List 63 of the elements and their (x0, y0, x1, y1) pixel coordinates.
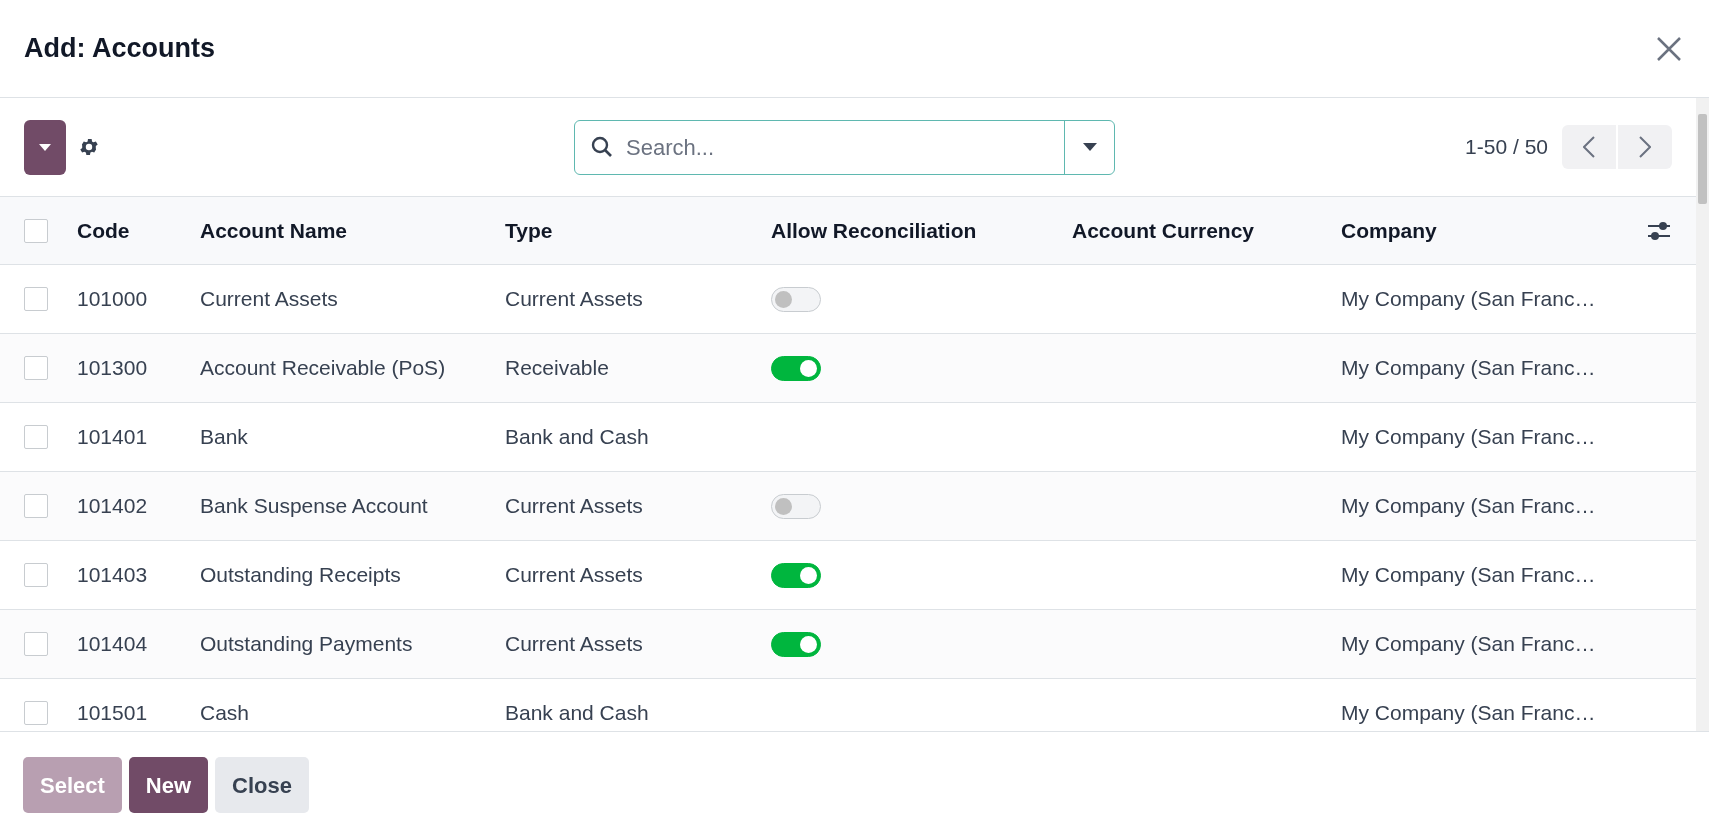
table-cell: Current Assets (505, 563, 643, 587)
toggle-switch[interactable] (771, 286, 821, 312)
caret-icon (39, 143, 51, 151)
table-cell: 101401 (77, 425, 148, 449)
table-cell: My Company (San Franc… (1341, 701, 1596, 725)
scrollbar[interactable] (1696, 98, 1709, 731)
table-cell: Current Assets (505, 632, 643, 656)
table-cell: Current Assets (200, 287, 338, 311)
toggle-switch[interactable] (771, 631, 821, 657)
checkbox[interactable] (24, 563, 48, 587)
column-header[interactable]: Code (77, 218, 130, 242)
table-cell: Current Assets (505, 494, 643, 518)
table-cell: 101404 (77, 632, 148, 656)
table-cell: Receivable (505, 356, 609, 380)
column-header[interactable]: Type (505, 218, 553, 242)
checkbox[interactable] (24, 425, 48, 449)
column-header[interactable]: Account Currency (1072, 218, 1255, 242)
table-cell: My Company (San Franc… (1341, 356, 1596, 380)
checkbox[interactable] (24, 494, 48, 518)
table-cell: Bank Suspense Account (200, 494, 428, 518)
caret-icon (1082, 143, 1097, 151)
checkbox[interactable] (24, 632, 48, 656)
table-cell: Cash (200, 701, 250, 725)
checkbox[interactable] (24, 356, 48, 380)
checkbox[interactable] (24, 287, 48, 311)
toggle-switch[interactable] (771, 493, 821, 519)
table-cell: Outstanding Payments (200, 632, 413, 656)
column-header[interactable]: Allow Reconciliation (771, 218, 977, 242)
table-cell: Outstanding Receipts (200, 563, 401, 587)
previous-button[interactable] (1562, 125, 1616, 169)
table-cell: Bank (200, 425, 248, 449)
chevron-left-icon (1583, 136, 1595, 158)
search-field[interactable]: Search... (574, 119, 1115, 175)
table-cell: Current Assets (505, 287, 643, 311)
settings-icon[interactable] (78, 136, 100, 158)
next-button[interactable] (1618, 125, 1672, 169)
table-cell: My Company (San Franc… (1341, 632, 1596, 656)
table-cell: 101402 (77, 494, 148, 518)
toggle-switch[interactable] (771, 355, 821, 381)
chevron-right-icon (1639, 136, 1651, 158)
table-cell: Account Receivable (PoS) (200, 356, 446, 380)
pager-text: 1-50 / 50 (1465, 134, 1548, 161)
search-icon (590, 135, 614, 159)
dialog-title: Add: Accounts (24, 32, 215, 66)
dialog-button[interactable]: Close (215, 757, 309, 813)
dialog-button[interactable]: New (128, 757, 209, 813)
column-header[interactable]: Account Name (200, 218, 348, 242)
checkbox[interactable] (24, 218, 48, 243)
table-cell: My Company (San Franc… (1341, 287, 1596, 311)
table-cell: My Company (San Franc… (1341, 494, 1596, 518)
table-cell: Bank and Cash (505, 701, 649, 725)
toggle-switch[interactable] (771, 562, 821, 588)
search-input[interactable]: Search... (626, 130, 1064, 164)
table-cell: My Company (San Franc… (1341, 425, 1596, 449)
dropdown-button[interactable] (24, 119, 66, 175)
checkbox[interactable] (24, 701, 48, 725)
table-cell: 101000 (77, 287, 148, 311)
table-cell: 101300 (77, 356, 148, 380)
table-cell: Bank and Cash (505, 425, 649, 449)
table-cell: 101501 (77, 701, 148, 725)
table-cell: My Company (San Franc… (1341, 563, 1596, 587)
table-cell: 101403 (77, 563, 148, 587)
column-header[interactable]: Company (1341, 218, 1437, 242)
